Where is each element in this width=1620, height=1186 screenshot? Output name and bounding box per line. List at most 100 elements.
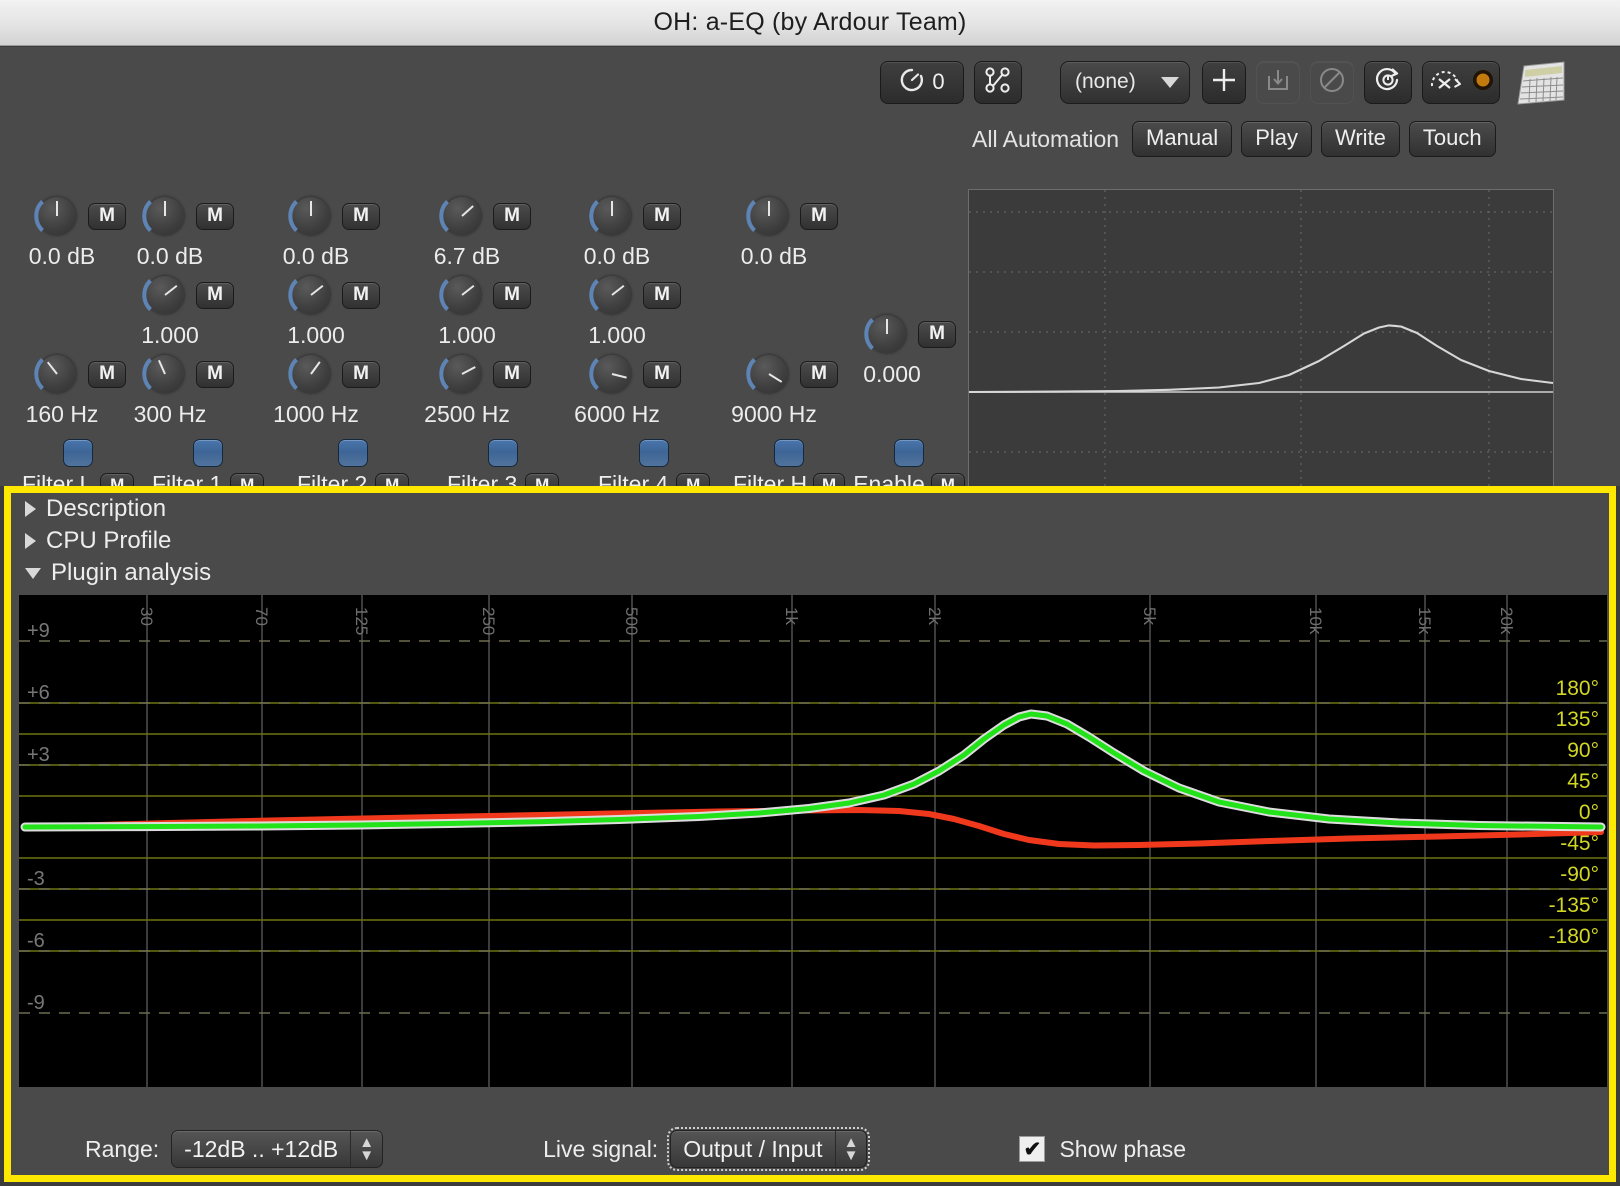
- y-tick-plus3: +3: [27, 744, 50, 766]
- gain-value-2: 0.0 dB: [264, 243, 368, 270]
- bandwidth-mute-3[interactable]: M: [493, 282, 531, 309]
- automation-mode-manual[interactable]: Manual: [1132, 121, 1232, 157]
- reset-button[interactable]: [1364, 61, 1412, 104]
- section-description[interactable]: Description: [11, 493, 1609, 525]
- gain-value-high: 0.0 dB: [722, 243, 826, 270]
- bandwidth-knob-3[interactable]: [443, 276, 481, 314]
- bandwidth-value-1: 1.000: [118, 322, 222, 349]
- plugin-toolbar: 0 (none): [880, 60, 1566, 104]
- frequency-knob-1[interactable]: [146, 355, 184, 393]
- toggle-filter-1[interactable]: [193, 439, 223, 467]
- frequency-mute-1[interactable]: M: [196, 361, 234, 388]
- bandwidth-knob-1[interactable]: [146, 276, 184, 314]
- gain-mute-3[interactable]: M: [493, 203, 531, 230]
- frequency-knob-low[interactable]: [38, 355, 76, 393]
- x-tick-15k: 15k: [1415, 607, 1434, 635]
- bandwidth-knob-4[interactable]: [593, 276, 631, 314]
- x-tick-1k: 1k: [782, 607, 801, 625]
- frequency-knob-3[interactable]: [443, 355, 481, 393]
- gain-knob-4[interactable]: [593, 197, 631, 235]
- x-tick-10k: 10k: [1306, 607, 1325, 635]
- show-phase-label: Show phase: [1059, 1136, 1186, 1163]
- frequency-value-1: 300 Hz: [118, 401, 222, 428]
- automation-mode-play[interactable]: Play: [1241, 121, 1312, 157]
- live-signal-value: Output / Input: [671, 1136, 834, 1163]
- x-tick-125: 125: [352, 607, 371, 635]
- gain-knob-low[interactable]: [38, 197, 76, 235]
- y2-tick-135: 135°: [1556, 708, 1599, 731]
- y2-tick-m180: -180°: [1549, 925, 1599, 948]
- bandwidth-value-4: 1.000: [565, 322, 669, 349]
- toggle-filter-l[interactable]: [63, 439, 93, 467]
- stepper-arrows-icon[interactable]: ▲▼: [836, 1136, 867, 1163]
- x-tick-20k: 20k: [1497, 607, 1516, 635]
- frequency-response-graph[interactable]: 30 70 125 250 500 1k 2k 5k 10k 15k 20k: [19, 595, 1607, 1087]
- section-label-plugin-analysis: Plugin analysis: [51, 559, 211, 587]
- y2-tick-90: 90°: [1567, 739, 1599, 762]
- bandwidth-mute-4[interactable]: M: [643, 282, 681, 309]
- midi-keyboard-button[interactable]: [1510, 60, 1566, 104]
- y2-tick-m90: -90°: [1560, 863, 1599, 886]
- y2-tick-m135: -135°: [1549, 894, 1599, 917]
- gain-value-1: 0.0 dB: [118, 243, 222, 270]
- frequency-knob-4[interactable]: [593, 355, 631, 393]
- automation-mode-write[interactable]: Write: [1321, 121, 1400, 157]
- plus-icon: [1209, 65, 1239, 100]
- frequency-mute-4[interactable]: M: [643, 361, 681, 388]
- x-tick-250: 250: [479, 607, 498, 635]
- master-gain-knob[interactable]: [868, 315, 906, 353]
- frequency-knob-high[interactable]: [750, 355, 788, 393]
- chevron-down-icon: [1161, 77, 1179, 88]
- toggle-enable[interactable]: [894, 439, 924, 467]
- y2-tick-180: 180°: [1556, 677, 1599, 700]
- toggle-filter-h[interactable]: [774, 439, 804, 467]
- gain-mute-low[interactable]: M: [88, 203, 126, 230]
- gain-knob-1[interactable]: [146, 197, 184, 235]
- bypass-icon: [1429, 67, 1465, 98]
- live-signal-selector[interactable]: Output / Input ▲▼: [670, 1130, 867, 1168]
- frequency-value-4: 6000 Hz: [565, 401, 669, 428]
- eq-controls-grid: M 0.0 dB M 0.0 dB M 0.0 dB: [0, 47, 960, 486]
- frequency-mute-2[interactable]: M: [342, 361, 380, 388]
- pin-routing-button[interactable]: [974, 61, 1022, 104]
- y-tick-plus6: +6: [27, 682, 50, 704]
- routing-icon: [984, 65, 1012, 100]
- x-tick-30: 30: [137, 607, 156, 626]
- save-preset-button: [1256, 61, 1300, 104]
- gain-mute-high[interactable]: M: [800, 203, 838, 230]
- gain-knob-3[interactable]: [443, 197, 481, 235]
- section-cpu-profile[interactable]: CPU Profile: [11, 525, 1609, 557]
- frequency-mute-3[interactable]: M: [493, 361, 531, 388]
- section-plugin-analysis[interactable]: Plugin analysis: [11, 557, 1609, 589]
- preset-selector[interactable]: (none): [1060, 61, 1190, 104]
- bypass-button[interactable]: [1422, 61, 1500, 104]
- bandwidth-mute-2[interactable]: M: [342, 282, 380, 309]
- bandwidth-value-3: 1.000: [415, 322, 519, 349]
- frequency-mute-low[interactable]: M: [88, 361, 126, 388]
- toggle-filter-4[interactable]: [639, 439, 669, 467]
- range-selector[interactable]: -12dB .. +12dB ▲▼: [171, 1130, 383, 1168]
- section-label-cpu-profile: CPU Profile: [46, 527, 171, 555]
- show-phase-checkbox[interactable]: ✔: [1019, 1136, 1045, 1162]
- gain-mute-4[interactable]: M: [643, 203, 681, 230]
- automation-mode-touch[interactable]: Touch: [1409, 121, 1496, 157]
- stepper-arrows-icon[interactable]: ▲▼: [351, 1136, 382, 1163]
- add-preset-button[interactable]: [1202, 61, 1246, 104]
- x-tick-500: 500: [622, 607, 641, 635]
- gain-mute-1[interactable]: M: [196, 203, 234, 230]
- x-tick-2k: 2k: [925, 607, 944, 625]
- gain-knob-2[interactable]: [292, 197, 330, 235]
- gain-mute-2[interactable]: M: [342, 203, 380, 230]
- master-gain-mute[interactable]: M: [918, 321, 956, 348]
- gain-knob-high[interactable]: [750, 197, 788, 235]
- live-signal-label: Live signal:: [543, 1136, 658, 1163]
- toggle-filter-2[interactable]: [338, 439, 368, 467]
- frequency-knob-2[interactable]: [292, 355, 330, 393]
- bandwidth-mute-1[interactable]: M: [196, 282, 234, 309]
- y-tick-plus9: +9: [27, 620, 50, 642]
- frequency-value-low: 160 Hz: [10, 401, 114, 428]
- toggle-filter-3[interactable]: [488, 439, 518, 467]
- bandwidth-knob-2[interactable]: [292, 276, 330, 314]
- frequency-mute-high[interactable]: M: [800, 361, 838, 388]
- automation-row: All Automation Manual Play Write Touch: [972, 121, 1496, 157]
